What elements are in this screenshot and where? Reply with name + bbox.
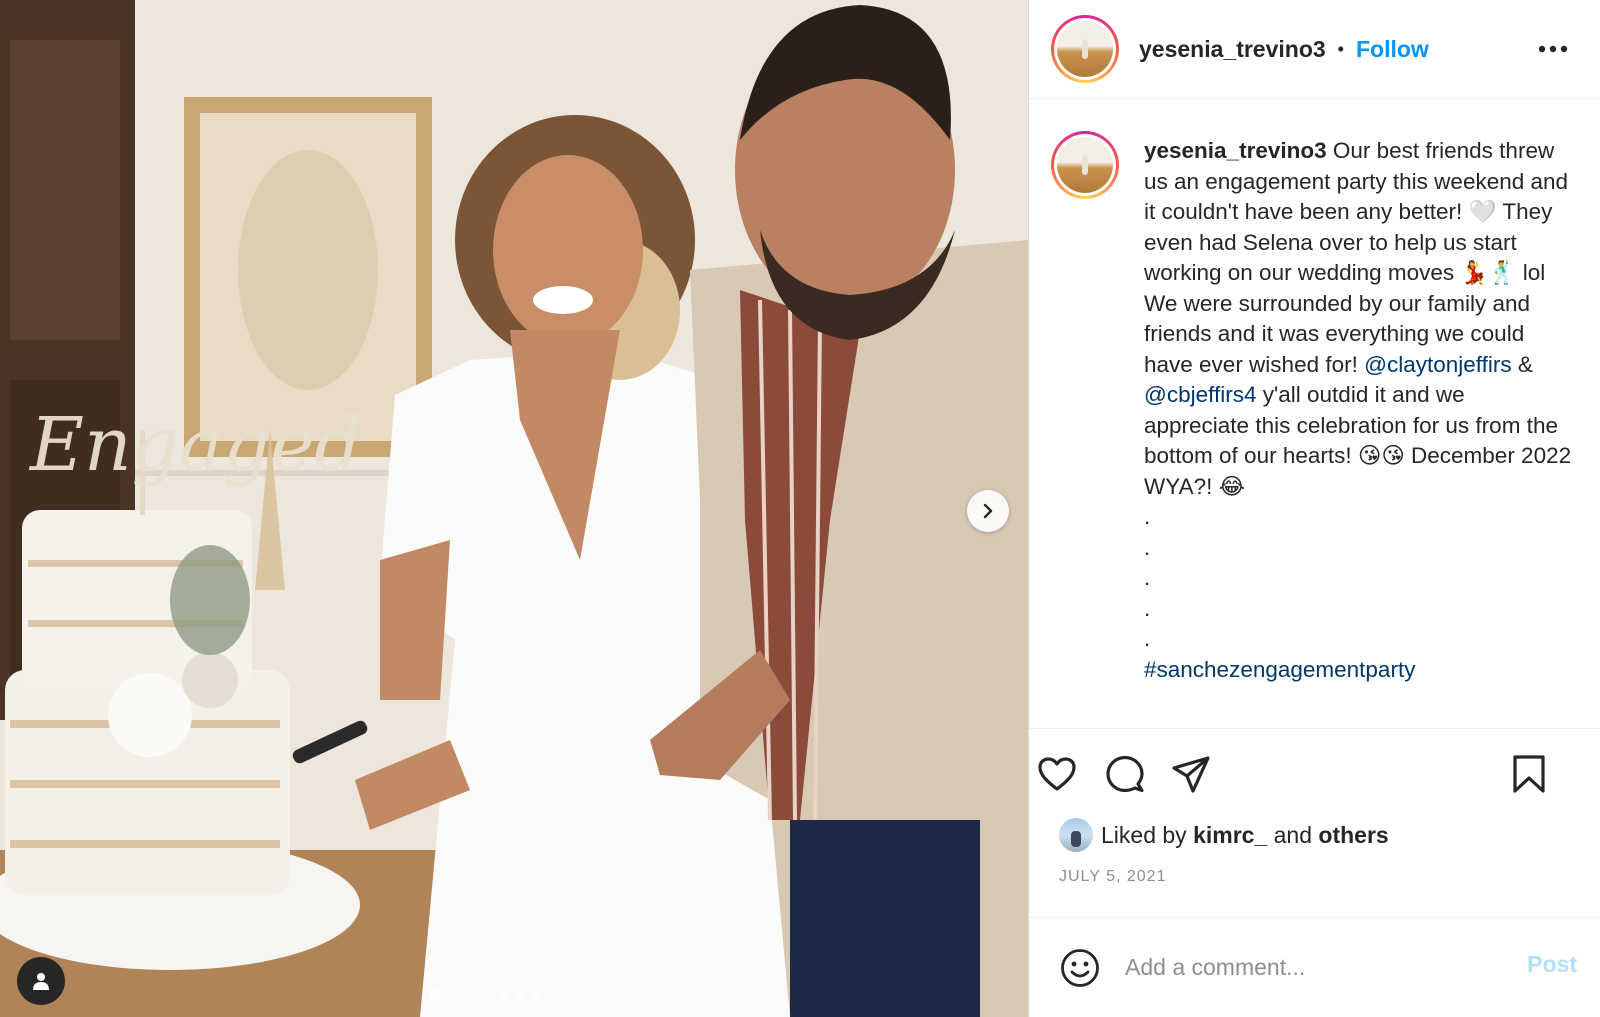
heart-icon (1038, 757, 1076, 791)
save-button[interactable] (1507, 752, 1551, 796)
smiley-icon (1061, 948, 1099, 987)
action-bar (1029, 742, 1600, 802)
comment-input[interactable] (1125, 954, 1505, 981)
post-photo[interactable]: Engaged (0, 0, 1028, 1017)
caption-body-2: & (1511, 351, 1533, 377)
post-comment-button[interactable]: Post (1527, 951, 1577, 978)
emoji-button[interactable] (1059, 947, 1101, 989)
more-horizontal-icon (1538, 45, 1568, 53)
tagged-users-button[interactable] (17, 957, 65, 1005)
caption-section: yesenia_trevino3 Our best friends threw … (1029, 99, 1600, 729)
carousel-indicators (430, 990, 593, 1000)
author-username[interactable]: yesenia_trevino3 (1139, 36, 1326, 63)
comment-icon (1106, 755, 1144, 793)
photo-scene: Engaged (0, 0, 1028, 1017)
caption-author-avatar[interactable] (1051, 131, 1119, 199)
next-photo-button[interactable] (967, 490, 1009, 532)
post-date[interactable]: JULY 5, 2021 (1059, 868, 1166, 886)
more-options-button[interactable] (1536, 34, 1570, 64)
chevron-right-icon (983, 503, 993, 519)
cake-topper-text: Engaged (28, 402, 362, 488)
avatar-photo (1057, 21, 1113, 77)
mention-link[interactable]: @cbjeffirs4 (1144, 382, 1256, 407)
carousel-dot (464, 990, 474, 1000)
author-avatar[interactable] (1051, 15, 1119, 83)
follow-button[interactable]: Follow (1356, 36, 1429, 63)
like-button[interactable] (1035, 752, 1079, 796)
post-side-panel: yesenia_trevino3 • Follow yesenia_trevin… (1028, 0, 1600, 1017)
paper-plane-icon (1172, 756, 1210, 793)
likes-prefix: Liked by (1101, 821, 1194, 848)
avatar-photo (1057, 137, 1113, 193)
user-icon (33, 973, 49, 990)
carousel-dot (549, 990, 559, 1000)
caption-dot: . (1144, 595, 1151, 621)
likes-others-link[interactable]: others (1318, 822, 1388, 849)
bookmark-icon (1513, 755, 1545, 793)
caption-username[interactable]: yesenia_trevino3 (1144, 138, 1327, 163)
post-header: yesenia_trevino3 • Follow (1029, 0, 1600, 99)
caption-dot: . (1144, 504, 1151, 529)
carousel-dot (447, 990, 457, 1000)
carousel-dot (498, 990, 508, 1000)
carousel-dot (430, 990, 440, 1000)
share-button[interactable] (1169, 752, 1213, 796)
instagram-post: Engaged yesenia_trevino3 • Follow yeseni… (0, 0, 1600, 1017)
liker-username[interactable]: kimrc_ (1193, 822, 1267, 849)
caption-body-1: Our best friends threw us an engagement … (1144, 138, 1569, 377)
carousel-dot (583, 990, 593, 1000)
mention-link[interactable]: @claytonjeffirs (1364, 352, 1511, 377)
likes-middle: and (1267, 821, 1319, 848)
caption-text: yesenia_trevino3 Our best friends threw … (1144, 136, 1574, 685)
liker-avatar[interactable] (1059, 818, 1093, 852)
hashtag-link[interactable]: #sanchezengagementparty (1144, 655, 1574, 686)
carousel-dot (532, 990, 542, 1000)
comment-bar: Post (1029, 917, 1600, 1017)
carousel-dot (481, 990, 491, 1000)
caption-dot: . (1144, 565, 1151, 590)
separator-dot: • (1337, 38, 1344, 59)
carousel-dot (515, 990, 525, 1000)
caption-dot: . (1144, 626, 1151, 651)
likes-summary: Liked by kimrc_ and others (1059, 818, 1389, 852)
caption-dot: . (1144, 534, 1151, 560)
comment-button[interactable] (1103, 752, 1147, 796)
carousel-dot (566, 990, 576, 1000)
